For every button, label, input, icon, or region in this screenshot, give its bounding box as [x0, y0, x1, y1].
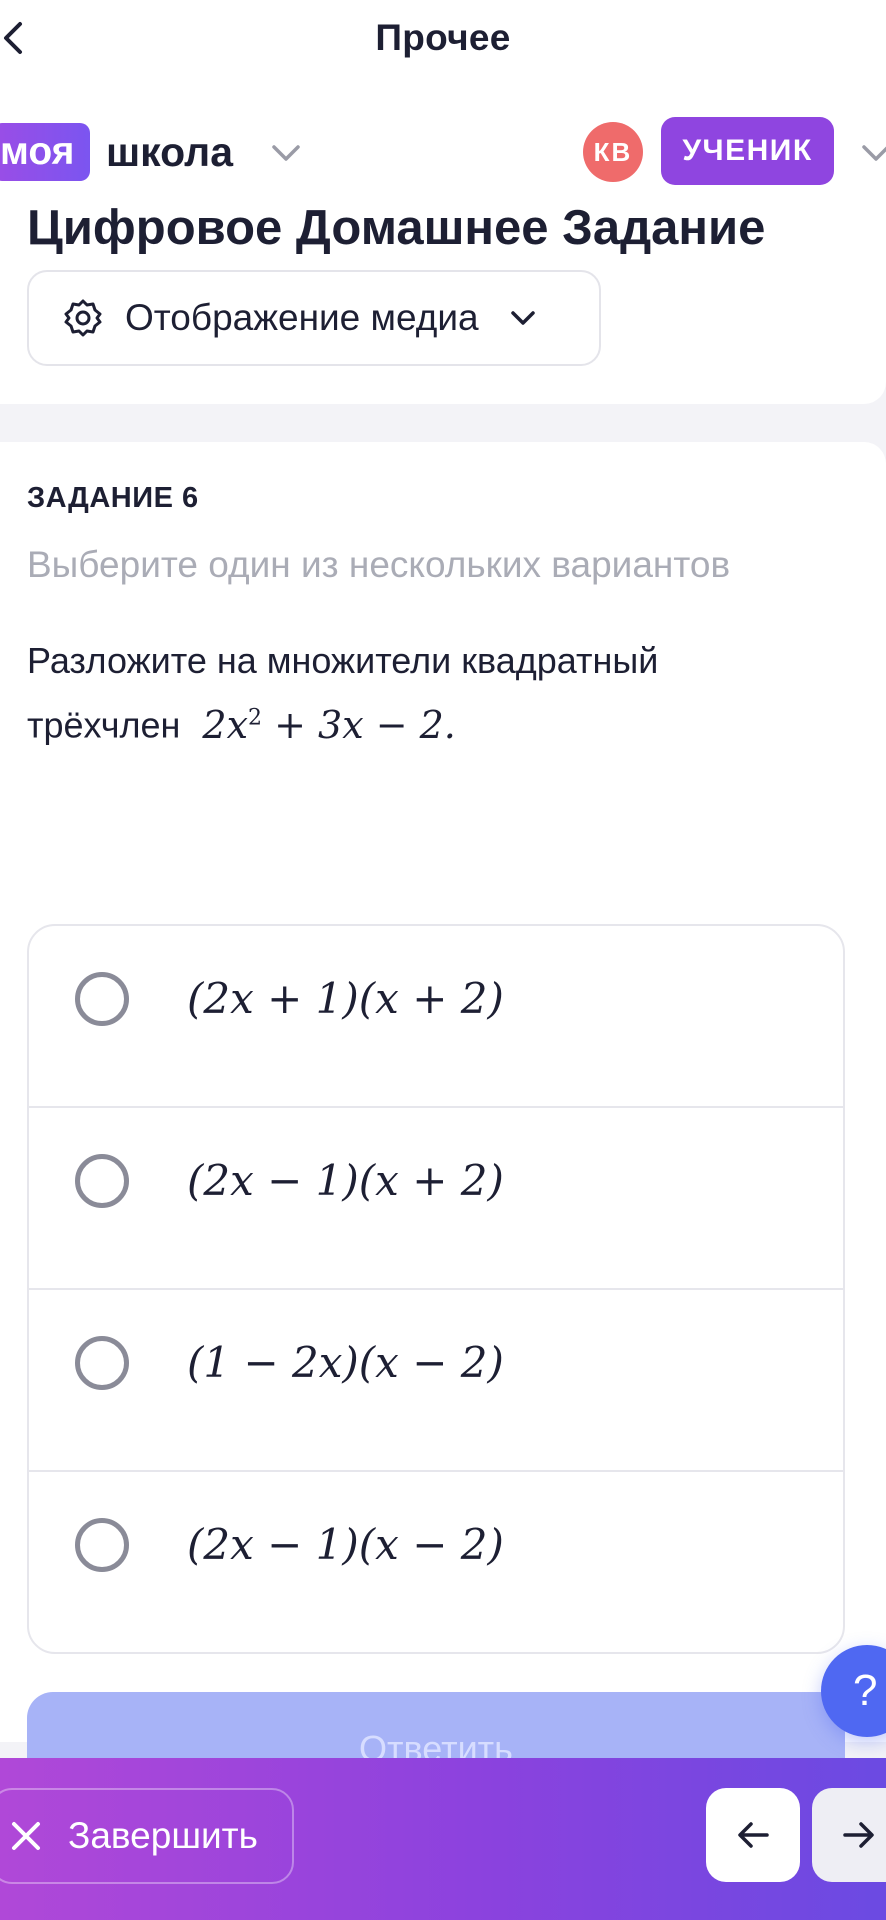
avatar[interactable]: КВ	[583, 122, 643, 182]
finish-button-label: Завершить	[68, 1815, 258, 1856]
radio-button[interactable]	[75, 1518, 129, 1572]
gear-icon	[64, 299, 102, 337]
option-text: (2x − 1)(x + 2)	[187, 1156, 504, 1205]
chevron-down-icon[interactable]	[858, 135, 886, 171]
arrow-right-icon	[843, 1822, 874, 1848]
media-display-dropdown[interactable]: Отображение медиа	[27, 270, 601, 366]
option-text: (1 − 2x)(x − 2)	[187, 1338, 504, 1387]
top-nav-bar: Прочее	[0, 0, 886, 95]
option-text: (2x + 1)(x + 2)	[187, 974, 504, 1023]
task-question: Разложите на множители квадратный трёхчл…	[27, 632, 847, 754]
previous-task-button[interactable]	[706, 1788, 800, 1882]
back-chevron-icon[interactable]	[0, 18, 40, 58]
finish-button[interactable]: Завершить	[0, 1788, 294, 1884]
page-title: Цифровое Домашнее Задание	[27, 201, 766, 255]
task-question-line2: трёхчлен 2x2 + 3x − 2.	[27, 689, 847, 754]
logo-text[interactable]: школа	[106, 123, 233, 181]
answer-option[interactable]: (2x + 1)(x + 2)	[29, 926, 843, 1108]
task-question-word: трёхчлен	[27, 704, 181, 746]
logo-pill[interactable]: моя	[0, 123, 91, 181]
answer-option[interactable]: (2x − 1)(x − 2)	[29, 1472, 843, 1652]
answer-option[interactable]: (2x − 1)(x + 2)	[29, 1108, 843, 1290]
close-icon	[12, 1822, 40, 1850]
chevron-down-icon[interactable]	[268, 135, 304, 171]
app-header: моя школа КВ УЧЕНИК	[0, 95, 886, 197]
task-title: ЗАДАНИЕ 6	[27, 482, 199, 514]
role-badge[interactable]: УЧЕНИК	[661, 117, 834, 185]
arrow-left-icon	[738, 1822, 769, 1848]
nav-title: Прочее	[375, 16, 511, 58]
next-task-button[interactable]	[812, 1788, 886, 1882]
homework-header-card: Цифровое Домашнее Задание Отображение ме…	[0, 196, 886, 404]
answer-option[interactable]: (1 − 2x)(x − 2)	[29, 1290, 843, 1472]
task-expression: 2x2 + 3x − 2.	[202, 702, 456, 747]
task-card: ЗАДАНИЕ 6 Выберите один из нескольких ва…	[0, 442, 886, 1742]
task-hint: Выберите один из нескольких вариантов	[27, 544, 731, 585]
media-button-label: Отображение медиа	[125, 297, 479, 338]
radio-button[interactable]	[75, 972, 129, 1026]
option-text: (2x − 1)(x − 2)	[187, 1520, 504, 1569]
bottom-bar: Завершить	[0, 1758, 886, 1920]
chevron-down-icon	[510, 311, 535, 325]
answer-options: (2x + 1)(x + 2) (2x − 1)(x + 2) (1 − 2x)…	[27, 924, 845, 1654]
radio-button[interactable]	[75, 1336, 129, 1390]
radio-button[interactable]	[75, 1154, 129, 1208]
task-question-line1: Разложите на множители квадратный	[27, 640, 659, 681]
